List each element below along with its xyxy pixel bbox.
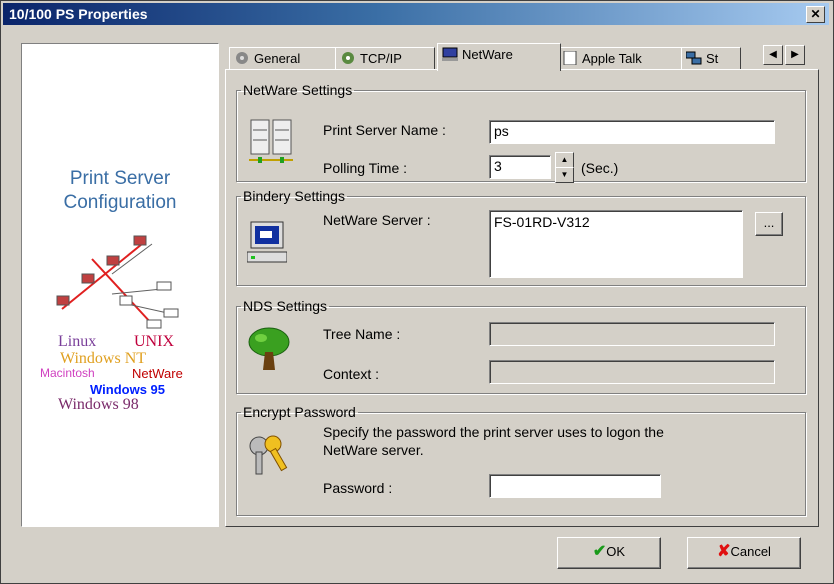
- netware-server-list[interactable]: FS-01RD-V312: [489, 210, 743, 278]
- branding-panel: Print Server Configuration Linux UNIX Wi…: [21, 43, 219, 527]
- password-input[interactable]: [489, 474, 661, 498]
- appletalk-icon: [562, 50, 578, 66]
- network-diagram-icon: [56, 235, 179, 329]
- polling-time-down-button[interactable]: ▼: [555, 167, 574, 183]
- netware-settings-group: NetWare Settings Print Server Name : ps …: [236, 82, 806, 183]
- password-description-line1: Specify the password the print server us…: [323, 424, 664, 440]
- nds-settings-group: NDS Settings Tree Name : Context :: [236, 298, 806, 394]
- netware-tab-panel: NetWare Settings Print Server Name : ps …: [225, 69, 819, 527]
- tab-scroll-right-button[interactable]: ▶: [785, 45, 805, 65]
- server-stack-icon: [249, 119, 293, 163]
- os-windows-98: Windows 98: [58, 396, 139, 413]
- ok-button[interactable]: ✔OK: [557, 537, 661, 569]
- tab-tcpip[interactable]: TCP/IP: [335, 47, 435, 70]
- window-title: 10/100 PS Properties: [9, 6, 148, 22]
- polling-time-up-button[interactable]: ▲: [555, 152, 574, 168]
- print-server-name-input[interactable]: ps: [489, 120, 775, 144]
- print-server-name-label: Print Server Name :: [323, 122, 446, 138]
- password-label: Password :: [323, 480, 393, 496]
- os-unix: UNIX: [134, 333, 174, 350]
- close-button[interactable]: ✕: [806, 6, 825, 23]
- computer-icon: [247, 221, 287, 263]
- branding-title: Print Server Configuration: [22, 167, 218, 215]
- polling-time-input[interactable]: 3: [489, 155, 551, 179]
- tab-netware[interactable]: NetWare: [437, 43, 561, 71]
- tab-strip: General TCP/IP NetWare Apple Talk St: [229, 43, 819, 71]
- tab-snmp-label: St: [706, 51, 719, 66]
- tab-apple-talk-label: Apple Talk: [582, 51, 642, 66]
- tree-name-input[interactable]: [489, 322, 775, 346]
- os-linux: Linux: [58, 333, 97, 350]
- tab-general[interactable]: General: [229, 47, 339, 70]
- snmp-icon: [685, 50, 702, 65]
- browse-server-button[interactable]: ...: [755, 212, 783, 236]
- password-description-line2: NetWare server.: [323, 442, 424, 458]
- polling-time-unit: (Sec.): [581, 160, 619, 176]
- keys-icon: [249, 435, 288, 475]
- branding-title-line2: Configuration: [63, 192, 177, 213]
- context-input[interactable]: [489, 360, 775, 384]
- tree-name-label: Tree Name :: [323, 326, 401, 342]
- tab-tcpip-label: TCP/IP: [360, 51, 402, 66]
- os-windows-95: Windows 95: [90, 382, 166, 397]
- ok-label: OK: [606, 544, 626, 559]
- bindery-settings-legend: Bindery Settings: [243, 188, 345, 204]
- tab-apple-talk[interactable]: Apple Talk: [557, 47, 683, 70]
- context-label: Context :: [323, 366, 380, 382]
- properties-dialog: 10/100 PS Properties ✕ Print Server Conf…: [0, 0, 834, 584]
- netware-server-label: NetWare Server :: [323, 212, 431, 228]
- checkmark-icon: ✔: [592, 543, 607, 560]
- cancel-label: Cancel: [730, 544, 771, 559]
- tree-icon: [248, 327, 290, 370]
- bindery-settings-group: Bindery Settings NetWare Server : FS-01R…: [236, 188, 806, 286]
- cancel-x-icon: ✘: [717, 543, 731, 560]
- encrypt-password-group: Encrypt Password Specify the password th…: [236, 404, 806, 516]
- tab-scroll-left-button[interactable]: ◀: [763, 45, 783, 65]
- tcpip-icon: [340, 50, 356, 64]
- encrypt-password-legend: Encrypt Password: [243, 404, 356, 420]
- tab-snmp[interactable]: St: [681, 47, 741, 70]
- polling-time-label: Polling Time :: [323, 160, 408, 176]
- netware-icon: [442, 46, 458, 61]
- general-icon: [234, 50, 250, 64]
- cancel-button[interactable]: ✘Cancel: [687, 537, 801, 569]
- tab-netware-label: NetWare: [462, 47, 513, 62]
- tab-general-label: General: [254, 51, 301, 66]
- nds-settings-legend: NDS Settings: [243, 298, 328, 314]
- netware-settings-legend: NetWare Settings: [243, 82, 353, 98]
- os-macintosh: Macintosh: [40, 366, 95, 380]
- os-netware: NetWare: [132, 366, 183, 381]
- branding-title-line1: Print Server: [69, 168, 171, 189]
- title-bar: 10/100 PS Properties ✕: [3, 3, 829, 25]
